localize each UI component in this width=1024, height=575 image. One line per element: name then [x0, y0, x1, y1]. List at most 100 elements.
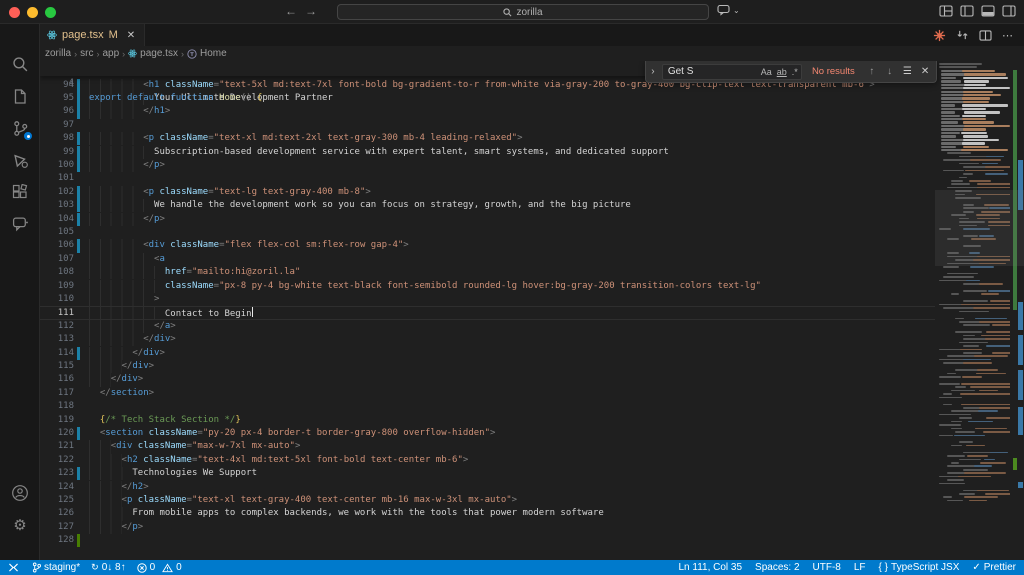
breadcrumb-project[interactable]: zorilla	[45, 48, 71, 59]
breadcrumb-file[interactable]: page.tsx	[140, 48, 178, 59]
whole-word-toggle[interactable]: ab	[777, 67, 787, 77]
history-back-button[interactable]: ←	[283, 4, 299, 18]
breadcrumb: zorilla › src › app › page.tsx › Home	[40, 46, 1024, 61]
code-line-118[interactable]: 118	[40, 400, 935, 413]
find-in-selection-icon[interactable]: ☰	[900, 66, 914, 77]
overview-ruler[interactable]	[1010, 61, 1024, 560]
more-actions-icon[interactable]: ⋯	[1002, 29, 1014, 42]
gutter-modified-indicator	[77, 105, 80, 118]
code-line-105[interactable]: 105	[40, 226, 935, 239]
toggle-panel-icon[interactable]	[981, 5, 995, 17]
search-icon[interactable]	[0, 50, 40, 78]
toggle-primary-sidebar-icon[interactable]	[960, 5, 974, 17]
code-line-128[interactable]: 128	[40, 534, 935, 547]
match-case-toggle[interactable]: Aa	[761, 67, 772, 77]
code-line-98[interactable]: 98 <p className="text-xl md:text-2xl tex…	[40, 132, 935, 145]
history-forward-button[interactable]: →	[303, 4, 319, 18]
run-debug-icon[interactable]	[0, 146, 40, 174]
breadcrumb-src[interactable]: src	[80, 48, 93, 59]
code-line-97[interactable]: 97	[40, 119, 935, 132]
code-line-110[interactable]: 110 >	[40, 293, 935, 306]
formatter-status[interactable]: ✓ Prettier	[972, 562, 1016, 573]
window-close-button[interactable]	[9, 7, 20, 18]
indentation-setting[interactable]: Spaces: 2	[755, 562, 799, 573]
code-line-115[interactable]: 115 </div>	[40, 360, 935, 373]
warning-count: 0	[176, 562, 182, 573]
eol-setting[interactable]: LF	[854, 562, 866, 573]
code-line-116[interactable]: 116 </div>	[40, 373, 935, 386]
breadcrumb-app[interactable]: app	[102, 48, 119, 59]
tab-bar: page.tsx M ✕ ⋯	[40, 24, 1024, 46]
close-icon[interactable]: ✕	[127, 30, 135, 41]
code-line-100[interactable]: 100 </p>	[40, 159, 935, 172]
source-control-icon[interactable]	[0, 114, 40, 142]
editor-content[interactable]: 94 <h1 className="text-5xl md:text-7xl f…	[40, 61, 1024, 560]
code-line-111[interactable]: 111 Contact to Begin	[40, 306, 935, 319]
window-minimize-button[interactable]	[27, 7, 38, 18]
code-line-126[interactable]: 126 From mobile apps to complex backends…	[40, 507, 935, 520]
encoding-setting[interactable]: UTF-8	[813, 562, 841, 573]
tab-page-tsx[interactable]: page.tsx M ✕	[40, 24, 145, 46]
next-match-icon[interactable]: ↓	[883, 66, 897, 77]
code-line-99[interactable]: 99 Subscription-based development servic…	[40, 146, 935, 159]
extensions-icon[interactable]	[0, 178, 40, 206]
code-line-104[interactable]: 104 </p>	[40, 213, 935, 226]
gutter-modified-indicator	[77, 427, 80, 440]
code-line-106[interactable]: 106 <div className="flex flex-col sm:fle…	[40, 239, 935, 252]
code-line-127[interactable]: 127 </p>	[40, 521, 935, 534]
toggle-secondary-sidebar-icon[interactable]	[1002, 5, 1016, 17]
gutter-modified-indicator	[77, 239, 80, 252]
command-center-search[interactable]: zorilla	[337, 4, 709, 20]
toggle-replace-chevron-icon[interactable]: ›	[648, 66, 658, 77]
code-line-108[interactable]: 108 href="mailto:hi@zoril.la"	[40, 266, 935, 279]
close-icon[interactable]: ✕	[918, 66, 932, 77]
git-branch-status[interactable]: staging*	[32, 562, 80, 573]
compare-changes-icon[interactable]	[956, 29, 969, 41]
overview-ruler-mark	[1018, 407, 1023, 435]
sync-icon: ↻	[91, 563, 99, 572]
code-line-123[interactable]: 123 Technologies We Support	[40, 467, 935, 480]
code-line-103[interactable]: 103 We handle the development work so yo…	[40, 199, 935, 212]
code-line-102[interactable]: 102 <p className="text-lg text-gray-400 …	[40, 186, 935, 199]
gutter-modified-indicator	[77, 92, 80, 105]
code-line-101[interactable]: 101	[40, 172, 935, 185]
chat-icon[interactable]	[0, 210, 40, 238]
regex-toggle[interactable]: .*	[792, 67, 798, 77]
code-line-113[interactable]: 113 </div>	[40, 333, 935, 346]
check-icon: ✓	[972, 562, 980, 573]
tab-modified-badge: M	[109, 29, 118, 41]
previous-match-icon[interactable]: ↑	[865, 66, 879, 77]
extension-starburst-icon[interactable]	[933, 29, 946, 42]
code-line-112[interactable]: 112 </a>	[40, 320, 935, 333]
code-line-122[interactable]: 122 <h2 className="text-4xl md:text-5xl …	[40, 454, 935, 467]
problems-status[interactable]: 0 0	[137, 562, 182, 573]
chat-dropdown-button[interactable]: ⌄	[717, 4, 740, 16]
split-editor-icon[interactable]	[979, 30, 992, 41]
chevron-right-icon: ›	[122, 49, 125, 59]
chevron-right-icon: ›	[96, 49, 99, 59]
code-line-119[interactable]: 119 {/* Tech Stack Section */}	[40, 414, 935, 427]
code-line-117[interactable]: 117 </section>	[40, 387, 935, 400]
code-line-109[interactable]: 109 className="px-8 py-4 bg-white text-b…	[40, 280, 935, 293]
breadcrumb-symbol[interactable]: Home	[200, 48, 227, 59]
code-line-114[interactable]: 114 </div>	[40, 347, 935, 360]
minimap-viewport-slider[interactable]	[935, 190, 1024, 266]
code-line-107[interactable]: 107 <a	[40, 253, 935, 266]
code-line-125[interactable]: 125 <p className="text-xl text-gray-400 …	[40, 494, 935, 507]
code-line-120[interactable]: 120 <section className="py-20 px-4 borde…	[40, 427, 935, 440]
code-line-96[interactable]: 96 </h1>	[40, 105, 935, 118]
language-mode[interactable]: { } TypeScript JSX	[879, 562, 960, 573]
customize-layout-icon[interactable]	[939, 5, 953, 17]
overview-ruler-mark	[1018, 335, 1023, 365]
find-input[interactable]: Get S Aa ab .*	[662, 64, 802, 80]
sync-status[interactable]: ↻ 0↓ 8↑	[91, 562, 125, 573]
account-icon[interactable]	[0, 479, 40, 507]
code-line-121[interactable]: 121 <div className="max-w-7xl mx-auto">	[40, 440, 935, 453]
cursor-position[interactable]: Ln 111, Col 35	[678, 562, 742, 573]
window-zoom-button[interactable]	[45, 7, 56, 18]
remote-indicator[interactable]	[8, 563, 19, 572]
settings-gear-icon[interactable]: ⚙	[0, 511, 40, 539]
minimap[interactable]	[935, 61, 1010, 560]
code-line-124[interactable]: 124 </h2>	[40, 481, 935, 494]
explorer-file-icon[interactable]	[0, 82, 40, 110]
